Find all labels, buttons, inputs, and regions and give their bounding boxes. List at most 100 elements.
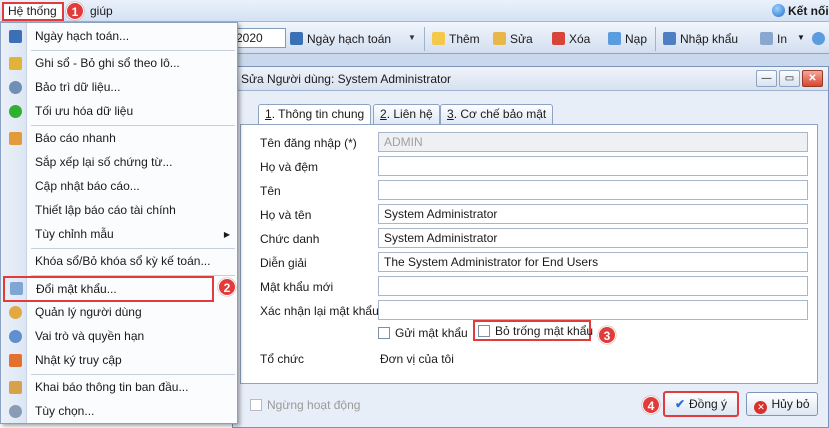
gui-mat-khau-checkbox[interactable]: Gửi mật khẩu xyxy=(378,326,468,340)
close-button[interactable]: ✕ xyxy=(802,70,823,87)
ho-dem-input[interactable] xyxy=(378,156,808,176)
tab-label: . Liên hệ xyxy=(386,107,433,121)
menu-item-ngay-hach-toan[interactable]: Ngày hạch toán... xyxy=(2,25,236,48)
to-chuc-value: Đơn vị của tôi xyxy=(380,352,454,366)
ho-ten-input[interactable]: System Administrator xyxy=(378,204,808,224)
edit-icon xyxy=(493,32,506,45)
refresh-icon xyxy=(608,32,621,45)
ten-label: Tên xyxy=(260,184,281,198)
options-icon xyxy=(9,405,22,418)
step-badge-1: 1 xyxy=(66,2,84,20)
he-thong-dropdown-menu: Ngày hạch toán... Ghi sổ - Bỏ ghi sổ the… xyxy=(0,22,238,424)
huy-bo-button[interactable]: ✕ Hủy bỏ xyxy=(746,392,818,416)
tab-number: 2 xyxy=(380,107,387,121)
menu-item-bao-cao-nhanh[interactable]: Báo cáo nhanh xyxy=(2,127,236,150)
chuc-danh-label: Chức danh xyxy=(260,232,320,246)
nap-label: Nạp xyxy=(625,32,648,46)
tab-co-che-bao-mat[interactable]: 3. Cơ chế bảo mật xyxy=(440,104,554,124)
minimize-button[interactable]: — xyxy=(756,70,777,87)
bo-trong-mat-khau-label: Bỏ trống mật khẩu xyxy=(495,324,594,338)
help-icon xyxy=(812,32,825,45)
menu-item-ghi-so[interactable]: Ghi sổ - Bỏ ghi sổ theo lô... xyxy=(2,52,236,75)
huy-bo-label: Hủy bỏ xyxy=(771,397,810,411)
menu-item-label: Báo cáo nhanh xyxy=(35,131,116,145)
password-icon xyxy=(10,282,23,295)
chevron-down-icon[interactable]: ▼ xyxy=(408,30,418,46)
add-icon xyxy=(432,32,445,45)
step-badge-4: 4 xyxy=(642,396,660,414)
toolbar-separator xyxy=(655,27,656,51)
menu-item-label: Khai báo thông tin ban đầu... xyxy=(35,380,189,394)
menu-item-label: Bảo trì dữ liệu... xyxy=(35,80,121,94)
checkbox-box[interactable] xyxy=(378,327,390,339)
menu-item-toi-uu[interactable]: Tối ưu hóa dữ liệu xyxy=(2,100,236,123)
menu-item-label: Thiết lập báo cáo tài chính xyxy=(35,203,176,217)
dong-y-label: Đồng ý xyxy=(689,397,728,411)
menu-item-quan-ly-nguoi-dung[interactable]: Quản lý người dùng xyxy=(2,301,236,324)
chevron-down-icon[interactable]: ▼ xyxy=(797,30,805,46)
dialog-title: Sửa Người dùng: System Administrator xyxy=(233,67,828,91)
ho-ten-label: Họ và tên xyxy=(260,208,312,222)
to-chuc-label: Tổ chức xyxy=(260,352,305,366)
tab-lien-he[interactable]: 2. Liên hệ xyxy=(373,104,440,124)
menu-item-label: Khóa sổ/Bỏ khóa sổ kỳ kế toán... xyxy=(35,254,211,268)
in-button[interactable]: In xyxy=(760,30,787,48)
ngay-hach-toan-button[interactable]: Ngày hạch toán xyxy=(290,30,391,48)
dien-giai-input[interactable]: The System Administrator for End Users xyxy=(378,252,808,272)
menu-item-label: Đổi mật khẩu... xyxy=(36,282,117,296)
chuc-danh-input[interactable]: System Administrator xyxy=(378,228,808,248)
menu-separator xyxy=(31,374,235,375)
menu-item-label: Nhật ký truy cập xyxy=(35,353,122,367)
calendar-icon xyxy=(9,30,22,43)
ket-noi-label: Kết nối xyxy=(788,4,829,18)
year-input[interactable]: 2020 xyxy=(232,28,286,48)
menu-item-vai-tro[interactable]: Vai trò và quyền hạn xyxy=(2,325,236,348)
mat-khau-moi-input[interactable] xyxy=(378,276,808,296)
bo-trong-mat-khau-checkbox[interactable]: Bỏ trống mật khẩu xyxy=(473,320,594,341)
menu-item-bao-tri[interactable]: Bảo trì dữ liệu... xyxy=(2,76,236,99)
sua-label: Sửa xyxy=(510,32,533,46)
them-button[interactable]: Thêm xyxy=(432,30,480,48)
menu-item-doi-mat-khau[interactable]: Đổi mật khẩu... xyxy=(3,276,214,302)
toolbar-separator xyxy=(424,27,425,51)
post-icon xyxy=(9,57,22,70)
mat-khau-moi-label: Mật khẩu mới xyxy=(260,280,334,294)
menu-item-thiet-lap-bctc[interactable]: Thiết lập báo cáo tài chính xyxy=(2,199,236,222)
nhap-khau-button[interactable]: Nhập khẩu xyxy=(663,30,738,48)
menu-item-label: Ghi sổ - Bỏ ghi sổ theo lô... xyxy=(35,56,180,70)
help-button[interactable] xyxy=(812,30,829,48)
users-icon xyxy=(9,306,22,319)
maximize-button[interactable]: ▭ xyxy=(779,70,800,87)
menu-item-sap-xep[interactable]: Sắp xếp lại số chứng từ... xyxy=(2,151,236,174)
menu-item-label: Vai trò và quyền hạn xyxy=(35,329,145,343)
xac-nhan-mat-khau-input[interactable] xyxy=(378,300,808,320)
menu-separator xyxy=(31,125,235,126)
ket-noi-link[interactable]: Kết nối xyxy=(772,4,829,18)
checkbox-box[interactable] xyxy=(250,399,262,411)
menu-item-nhat-ky[interactable]: Nhật ký truy cập xyxy=(2,349,236,372)
sua-button[interactable]: Sửa xyxy=(493,30,533,48)
menu-item-tuy-chinh-mau[interactable]: Tùy chỉnh mẫu ▶ xyxy=(2,223,236,246)
menu-separator xyxy=(31,248,235,249)
menu-he-thong[interactable]: Hệ thống xyxy=(2,2,64,21)
gear-icon xyxy=(9,81,22,94)
nap-button[interactable]: Nạp xyxy=(608,30,647,48)
ngung-hoat-dong-label: Ngừng hoạt động xyxy=(267,398,361,412)
nhap-khau-label: Nhập khẩu xyxy=(680,32,739,46)
dong-y-button[interactable]: ✔ Đồng ý xyxy=(663,391,739,417)
menu-item-khoa-so[interactable]: Khóa sổ/Bỏ khóa sổ kỳ kế toán... xyxy=(2,250,236,273)
menu-item-label: Quản lý người dùng xyxy=(35,305,142,319)
ten-input[interactable] xyxy=(378,180,808,200)
menu-giup[interactable]: giúp xyxy=(90,4,113,18)
menu-item-cap-nhat-bao-cao[interactable]: Cập nhật báo cáo... xyxy=(2,175,236,198)
tab-thong-tin-chung[interactable]: 1. Thông tin chung xyxy=(258,104,372,125)
menu-item-tuy-chon[interactable]: Tùy chọn... xyxy=(2,400,236,423)
checkbox-box[interactable] xyxy=(478,325,490,337)
ngung-hoat-dong-checkbox[interactable]: Ngừng hoạt động xyxy=(250,398,360,412)
step-badge-2: 2 xyxy=(218,278,236,296)
xoa-button[interactable]: Xóa xyxy=(552,30,590,48)
globe-icon xyxy=(772,4,785,17)
menu-item-khai-bao[interactable]: Khai báo thông tin ban đầu... xyxy=(2,376,236,399)
ten-dang-nhap-input[interactable]: ADMIN xyxy=(378,132,808,152)
menu-item-label: Tùy chỉnh mẫu xyxy=(35,227,114,241)
